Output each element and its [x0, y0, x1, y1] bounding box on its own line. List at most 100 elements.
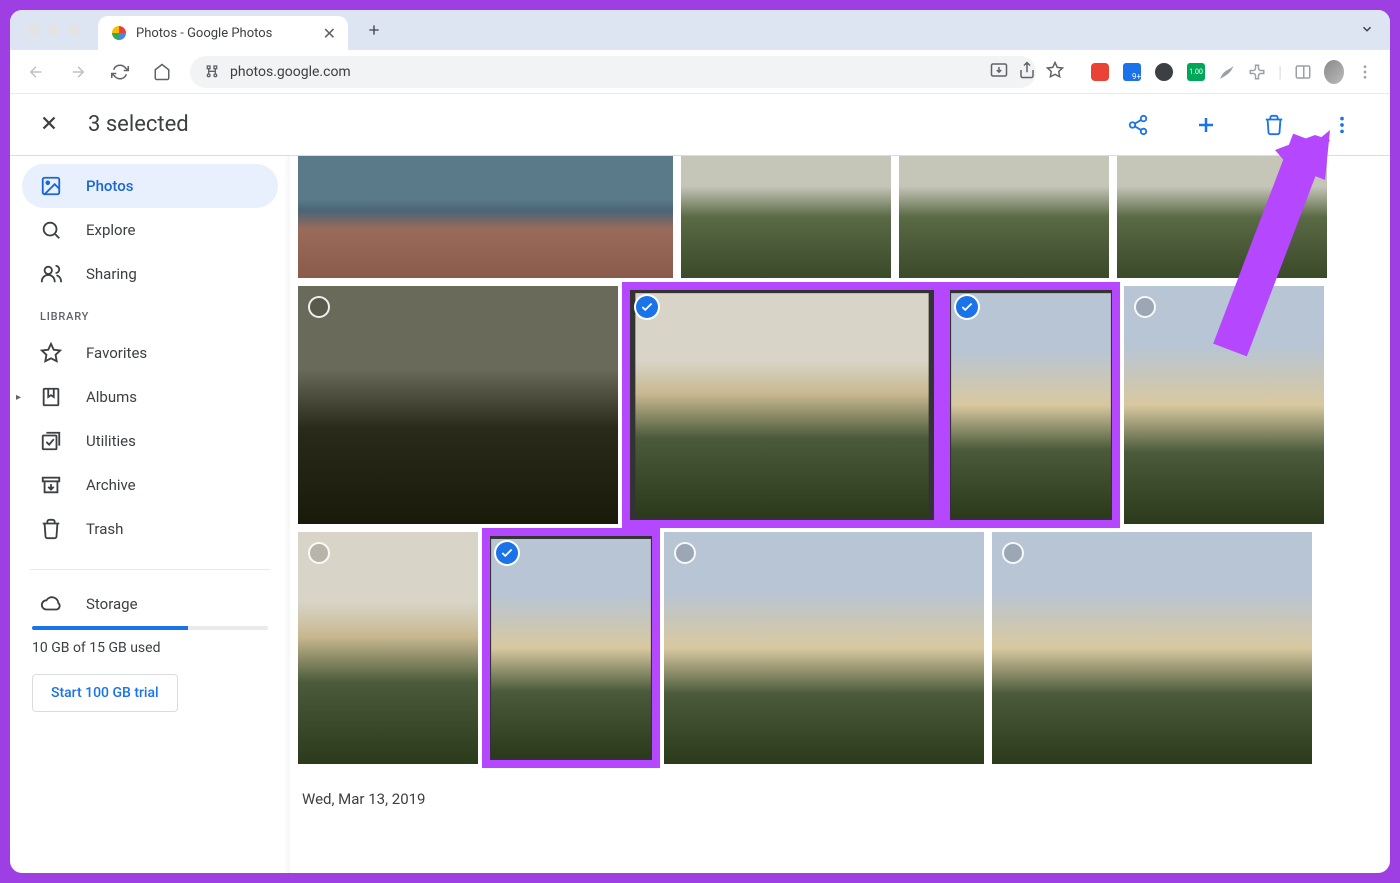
photo-row — [298, 532, 1374, 764]
profile-avatar[interactable] — [1324, 62, 1344, 82]
sidebar-item-sharing[interactable]: Sharing — [22, 252, 278, 296]
photo-thumbnail[interactable] — [681, 156, 891, 278]
checkmark-icon[interactable] — [636, 296, 658, 318]
close-tab-icon[interactable]: ✕ — [323, 24, 336, 43]
sidebar-item-label: Favorites — [86, 344, 147, 362]
photo-image — [664, 532, 984, 764]
photo-image — [298, 286, 618, 524]
photo-image — [1124, 286, 1324, 524]
people-icon — [40, 263, 62, 285]
reload-button[interactable] — [106, 58, 134, 86]
sidepanel-icon[interactable] — [1294, 63, 1312, 81]
photo-row — [298, 286, 1374, 524]
tab-title: Photos - Google Photos — [136, 26, 272, 41]
photo-thumbnail[interactable] — [899, 156, 1109, 278]
bookmark-icon — [40, 386, 62, 408]
sidebar-item-favorites[interactable]: Favorites — [22, 331, 278, 375]
back-button[interactable] — [22, 58, 50, 86]
sidebar-item-label: Storage — [86, 595, 138, 613]
window-controls — [18, 24, 90, 36]
sidebar-item-label: Utilities — [86, 432, 136, 450]
photo-image — [899, 156, 1109, 278]
search-icon — [40, 219, 62, 241]
selection-action-bar: 3 selected — [10, 94, 1390, 156]
share-button[interactable] — [1118, 105, 1158, 145]
photo-image — [491, 539, 651, 757]
checkbox-icon — [40, 430, 62, 452]
date-label: Wed, Mar 13, 2019 — [298, 772, 1374, 826]
photo-thumbnail[interactable] — [486, 532, 656, 764]
add-to-button[interactable] — [1186, 105, 1226, 145]
select-circle-icon[interactable] — [674, 542, 696, 564]
minimize-window[interactable] — [48, 24, 60, 36]
photo-image — [635, 293, 928, 517]
checkmark-icon[interactable] — [496, 542, 518, 564]
extension-save-icon[interactable]: 9+ — [1122, 62, 1142, 82]
photo-image — [951, 293, 1111, 517]
photo-image — [298, 156, 673, 278]
address-bar[interactable]: photos.google.com — [190, 56, 1036, 88]
google-photos-favicon — [110, 24, 128, 42]
close-window[interactable] — [28, 24, 40, 36]
clear-selection-button[interactable] — [38, 112, 60, 138]
tab-search-button[interactable] — [1352, 17, 1382, 44]
main-area: Photos Explore Sharing LIBRARY Favorites… — [10, 156, 1390, 873]
image-icon — [40, 175, 62, 197]
photo-image — [1117, 156, 1327, 278]
forward-button[interactable] — [64, 58, 92, 86]
start-trial-button[interactable]: Start 100 GB trial — [32, 674, 178, 712]
delete-button[interactable] — [1254, 105, 1294, 145]
browser-toolbar: photos.google.com 9+ 1.00 | — [10, 50, 1390, 94]
sidebar-item-trash[interactable]: Trash — [22, 507, 278, 551]
url-text: photos.google.com — [230, 64, 351, 80]
divider — [30, 569, 270, 570]
sidebar-item-archive[interactable]: Archive — [22, 463, 278, 507]
select-circle-icon[interactable] — [308, 296, 330, 318]
sidebar-item-label: Photos — [86, 177, 133, 195]
photo-image — [992, 532, 1312, 764]
photo-thumbnail[interactable] — [298, 286, 618, 524]
sidebar-item-photos[interactable]: Photos — [22, 164, 278, 208]
new-tab-button[interactable] — [360, 16, 388, 44]
extension-incognito-icon[interactable] — [1154, 62, 1174, 82]
photo-grid: Wed, Mar 13, 2019 — [290, 156, 1390, 873]
sidebar-item-storage[interactable]: Storage — [22, 582, 278, 626]
sidebar-item-utilities[interactable]: Utilities — [22, 419, 278, 463]
photo-thumbnail[interactable] — [1117, 156, 1327, 278]
storage-progress — [32, 626, 268, 630]
bookmark-icon[interactable] — [1046, 61, 1064, 83]
browser-tab[interactable]: Photos - Google Photos ✕ — [98, 16, 348, 50]
photo-thumbnail[interactable] — [626, 286, 938, 524]
photo-thumbnail[interactable] — [946, 286, 1116, 524]
extension-green-icon[interactable]: 1.00 — [1186, 62, 1206, 82]
sidebar-item-label: Albums — [86, 388, 137, 406]
sidebar-item-label: Trash — [86, 520, 123, 538]
photo-row — [298, 156, 1374, 278]
library-header: LIBRARY — [22, 296, 278, 331]
photo-thumbnail[interactable] — [992, 532, 1312, 764]
select-circle-icon[interactable] — [1134, 296, 1156, 318]
share-url-icon[interactable] — [1018, 61, 1036, 83]
photo-thumbnail[interactable] — [298, 532, 478, 764]
more-options-button[interactable] — [1322, 105, 1362, 145]
sidebar-item-albums[interactable]: ▸ Albums — [22, 375, 278, 419]
site-info-icon[interactable] — [204, 64, 220, 80]
sidebar-item-explore[interactable]: Explore — [22, 208, 278, 252]
checkmark-icon[interactable] — [956, 296, 978, 318]
extension-adblock-icon[interactable] — [1090, 62, 1110, 82]
select-circle-icon[interactable] — [1002, 542, 1024, 564]
photo-thumbnail[interactable] — [298, 156, 673, 278]
install-app-icon[interactable] — [990, 61, 1008, 83]
maximize-window[interactable] — [68, 24, 80, 36]
select-circle-icon[interactable] — [308, 542, 330, 564]
home-button[interactable] — [148, 58, 176, 86]
sidebar: Photos Explore Sharing LIBRARY Favorites… — [10, 156, 290, 873]
archive-icon — [40, 474, 62, 496]
photo-thumbnail[interactable] — [664, 532, 984, 764]
photo-thumbnail[interactable] — [1124, 286, 1324, 524]
cloud-icon — [40, 593, 62, 615]
browser-menu-icon[interactable] — [1356, 63, 1374, 81]
extension-quill-icon[interactable] — [1218, 63, 1236, 81]
extensions-menu-icon[interactable] — [1248, 63, 1266, 81]
browser-window: Photos - Google Photos ✕ photos.google.c… — [10, 10, 1390, 873]
